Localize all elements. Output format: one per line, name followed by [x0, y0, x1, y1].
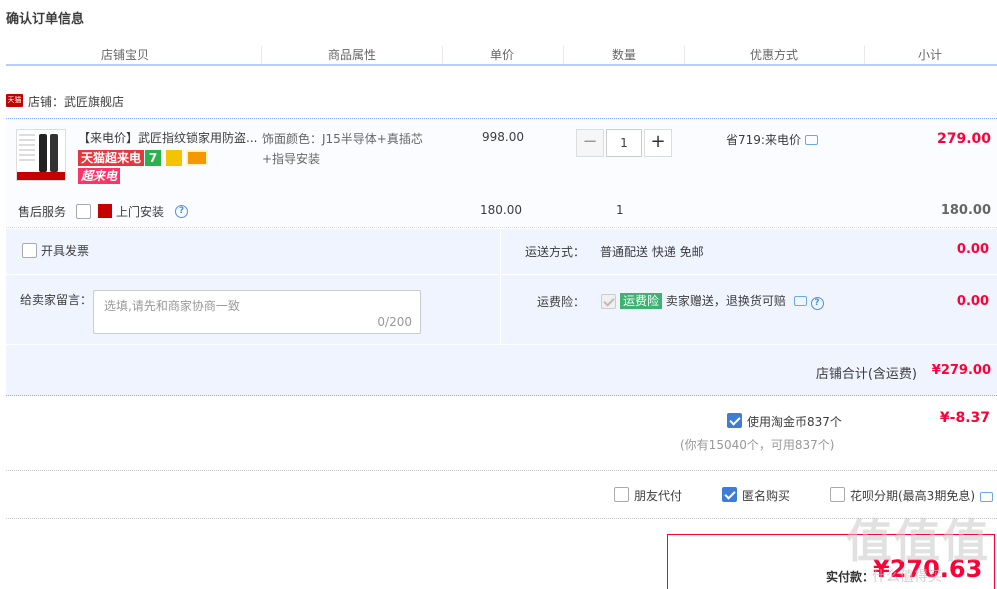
insurance-desc: 卖家赠送，退换货可赔	[665, 294, 786, 308]
anonymous-checkbox[interactable]	[722, 487, 737, 502]
watermark-logo: 值值值	[846, 514, 990, 568]
lock-image	[50, 134, 58, 172]
order-item: 【来电价】武匠指纹锁家用防盗... 天猫超来电 7 超来电 饰面颜色：J15半导…	[6, 118, 997, 228]
divider	[500, 229, 501, 344]
guarantee-icon	[166, 150, 182, 166]
insurance-tag: 运费险	[620, 293, 663, 309]
item-title[interactable]: 【来电价】武匠指纹锁家用防盗...	[78, 129, 258, 146]
shipping-method[interactable]: 普通配送 快递 免邮	[600, 243, 704, 260]
friend-pay-checkbox[interactable]	[614, 487, 629, 502]
message-icon[interactable]	[980, 492, 993, 502]
col-divider	[442, 46, 443, 64]
promo-tag: 天猫超来电	[78, 150, 145, 166]
invoice-checkbox[interactable]	[22, 243, 37, 258]
divider	[6, 344, 997, 345]
item-subtotal: 279.00	[936, 131, 991, 147]
divider	[6, 470, 997, 471]
help-icon[interactable]: ?	[175, 205, 188, 218]
col-quantity: 数量	[612, 48, 637, 62]
lock-image	[39, 134, 47, 172]
page-title: 确认订单信息	[6, 12, 85, 27]
tmall-icon: 天猫	[6, 94, 23, 107]
order-options-panel: 开具发票 运送方式： 普通配送 快递 免邮 0.00 给卖家留言： 选填,请先和…	[6, 229, 997, 396]
promo-tag-secondary: 超来电	[78, 168, 121, 184]
insurance-info: 运费险 卖家赠送，退换货可赔 ?	[620, 292, 824, 310]
shop-name[interactable]: 店铺：武匠旗舰店	[28, 93, 124, 110]
col-unit-price: 单价	[490, 48, 515, 62]
shop-total-amount: ¥279.00	[931, 363, 991, 378]
divider	[6, 274, 997, 275]
insurance-label: 运费险：	[537, 295, 586, 309]
message-icon[interactable]	[793, 296, 807, 306]
install-icon	[98, 204, 112, 218]
unit-price: 998.00	[482, 130, 524, 144]
col-attributes: 商品属性	[328, 48, 377, 62]
col-divider	[684, 46, 685, 64]
message-counter: 0/200	[377, 315, 412, 329]
installment-checkbox[interactable]	[830, 487, 845, 502]
col-shop-item: 店铺宝贝	[101, 48, 150, 62]
decrease-button[interactable]: −	[576, 129, 604, 157]
install-service-checkbox[interactable]	[76, 204, 91, 219]
message-input[interactable]: 选填,请先和商家协商一致 0/200	[93, 290, 421, 334]
use-coins-label: 使用淘金币837个	[747, 415, 842, 429]
coins-availability: (你有15040个，可用837个)	[680, 438, 835, 452]
coins-amount: ¥-8.37	[939, 410, 990, 426]
service-price: 180.00	[480, 203, 522, 217]
message-placeholder: 选填,请先和商家协商一致	[104, 299, 240, 313]
use-coins-checkbox[interactable]	[727, 413, 742, 428]
installment-label: 花呗分期(最高3期免息)	[850, 489, 975, 503]
service-subtotal: 180.00	[940, 203, 991, 218]
shipping-label: 运送方式：	[525, 245, 586, 259]
item-attributes: 饰面颜色：J15半导体+真插芯+指导安装	[262, 132, 423, 166]
insurance-amount: 0.00	[956, 294, 989, 309]
product-thumbnail[interactable]	[16, 129, 66, 181]
col-discount: 优惠方式	[750, 48, 799, 62]
credit-card-icon	[186, 150, 208, 166]
discount-info: 省719:来电价	[726, 131, 818, 148]
thumb-text-block	[19, 134, 35, 164]
col-subtotal: 小计	[918, 48, 943, 62]
anonymous-label: 匿名购买	[742, 489, 791, 503]
help-icon[interactable]: ?	[810, 297, 824, 310]
shipping-amount: 0.00	[956, 242, 989, 257]
shop-total-label: 店铺合计(含运费)	[815, 367, 917, 382]
friend-pay-label: 朋友代付	[634, 489, 683, 503]
col-divider	[261, 46, 262, 64]
thumb-banner	[17, 172, 65, 180]
invoice-label: 开具发票	[41, 244, 90, 258]
table-header: 店铺宝贝 商品属性 单价 数量 优惠方式 小计	[6, 44, 997, 66]
col-divider	[864, 46, 865, 64]
service-quantity: 1	[616, 203, 624, 217]
message-label: 给卖家留言：	[20, 293, 93, 307]
seven-day-return-icon: 7	[145, 150, 161, 166]
col-divider	[563, 46, 564, 64]
message-icon[interactable]	[804, 135, 818, 145]
watermark-text: 什么值得买	[872, 569, 942, 585]
discount-text: 省719:来电价	[726, 133, 801, 147]
insurance-checkbox	[601, 294, 616, 309]
quantity-input[interactable]: 1	[606, 129, 642, 157]
shop-row: 天猫 店铺：武匠旗舰店	[6, 90, 997, 118]
install-service-label: 上门安装	[116, 205, 165, 219]
service-label: 售后服务	[18, 205, 67, 219]
increase-button[interactable]: +	[644, 129, 672, 157]
